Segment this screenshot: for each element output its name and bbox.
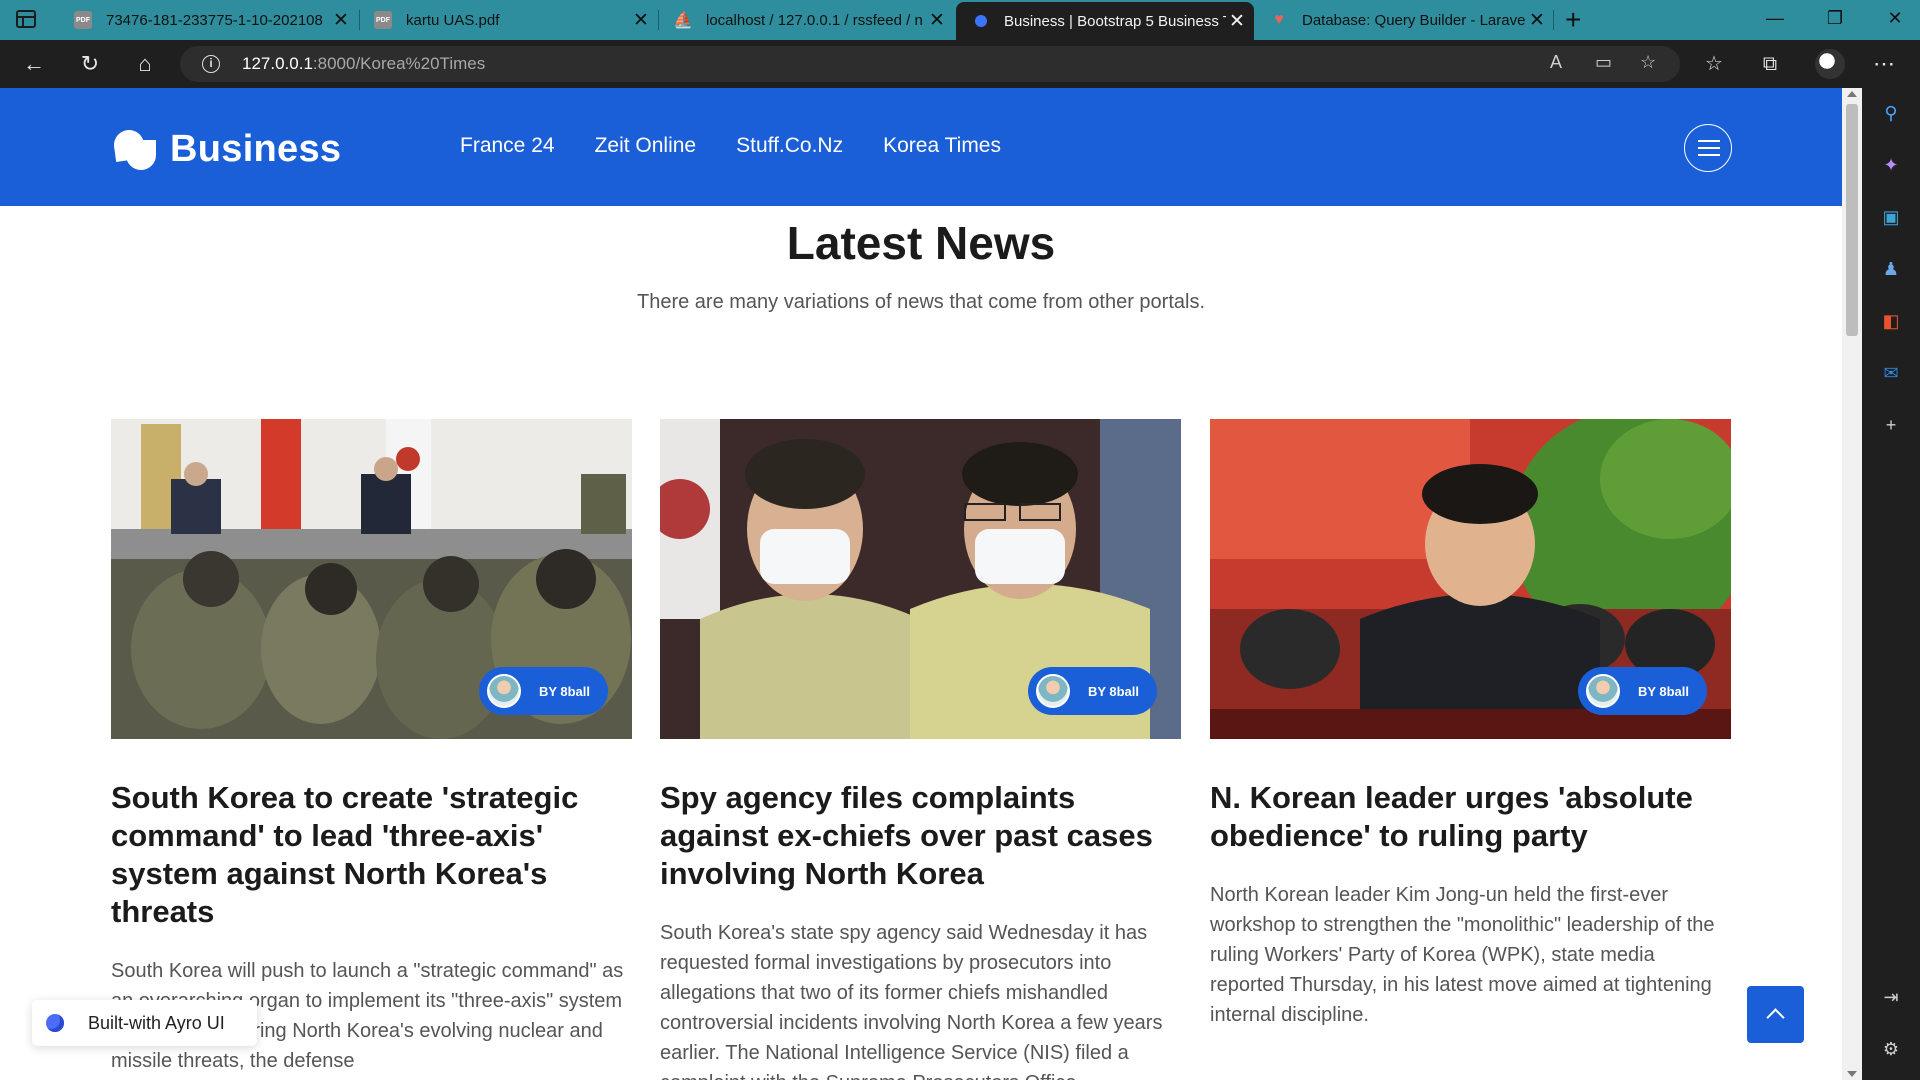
url-text[interactable]: 127.0.0.1:8000/Korea%20Times	[242, 54, 485, 74]
favorites-icon[interactable]: ☆	[1698, 48, 1730, 80]
outlook-icon[interactable]: ✉	[1880, 362, 1902, 384]
profile-avatar[interactable]	[1815, 49, 1845, 79]
pdf-icon: PDF	[74, 11, 92, 29]
author-name: BY 8ball	[1637, 683, 1689, 699]
nav-link-zeit-online[interactable]: Zeit Online	[595, 134, 697, 158]
edge-sidebar: ⚲ ✦ ▣ ♟ ◧ ✉ + ⇥ ⚙	[1862, 88, 1920, 1080]
browser-tab[interactable]: ⛵ localhost / 127.0.0.1 / rssfeed / n ✕	[660, 0, 954, 40]
nav-link-korea-times[interactable]: Korea Times	[883, 134, 1001, 158]
browser-tab[interactable]: ♥ Database: Query Builder - Larave ✕	[1256, 0, 1554, 40]
author-badge[interactable]: BY 8ball	[1027, 667, 1157, 715]
site-info-icon[interactable]: i	[202, 55, 220, 73]
copilot-icon[interactable]: ✦	[1880, 154, 1902, 176]
scroll-up-arrow-icon[interactable]	[1847, 91, 1857, 97]
article-title[interactable]: Spy agency files complaints against ex-c…	[660, 779, 1181, 893]
news-image-leader-podium[interactable]: BY 8ball	[1210, 419, 1731, 739]
browser-tab-active[interactable]: Business | Bootstrap 5 Business T ✕	[956, 2, 1254, 40]
author-avatar	[1585, 674, 1620, 708]
restore-icon[interactable]: ❐	[1820, 8, 1850, 29]
close-tab-icon[interactable]: ✕	[1526, 9, 1548, 32]
author-name: BY 8ball	[1087, 683, 1139, 699]
news-card: BY 8ball Spy agency files complaints aga…	[660, 419, 1181, 1080]
tab-actions-menu-icon[interactable]	[16, 10, 36, 28]
page-viewport: Business France 24 Zeit Online Stuff.Co.…	[0, 88, 1842, 1080]
article-excerpt: North Korean leader Kim Jong-un held the…	[1210, 884, 1715, 1026]
close-window-icon[interactable]: ✕	[1880, 8, 1910, 29]
news-image-officials-masks[interactable]: BY 8ball	[660, 419, 1181, 739]
close-tab-icon[interactable]: ✕	[1226, 10, 1248, 33]
main-nav: France 24 Zeit Online Stuff.Co.Nz Korea …	[460, 134, 1001, 158]
brand-logo[interactable]: Business	[114, 128, 341, 171]
logo-mark-icon	[114, 130, 156, 170]
nav-link-stuff[interactable]: Stuff.Co.Nz	[736, 134, 843, 158]
address-bar[interactable]: i 127.0.0.1:8000/Korea%20Times A ▭ ☆	[180, 46, 1680, 82]
author-name: BY 8ball	[538, 683, 590, 699]
hamburger-menu-icon[interactable]	[1684, 124, 1732, 172]
author-badge[interactable]: BY 8ball	[478, 667, 608, 715]
search-icon[interactable]: ⚲	[1880, 102, 1902, 124]
author-avatar	[1035, 674, 1070, 708]
browser-tab[interactable]: PDF 73476-181-233775-1-10-202108 ✕	[60, 0, 358, 40]
immersive-reader-icon[interactable]: ▭	[1595, 52, 1612, 73]
site-header: Business France 24 Zeit Online Stuff.Co.…	[0, 88, 1842, 206]
back-icon[interactable]: ←	[18, 48, 50, 80]
new-tab-icon[interactable]: +	[1565, 4, 1581, 36]
add-sidebar-app-icon[interactable]: +	[1880, 414, 1902, 436]
scroll-thumb[interactable]	[1846, 104, 1858, 336]
section-title: Latest News	[786, 217, 1056, 269]
article-title[interactable]: N. Korean leader urges 'absolute obedien…	[1210, 779, 1731, 855]
scroll-down-arrow-icon[interactable]	[1847, 1071, 1857, 1077]
news-card: BY 8ball N. Korean leader urges 'absolut…	[1210, 419, 1731, 1030]
tab-title: 73476-181-233775-1-10-202108	[106, 11, 323, 29]
tab-title: kartu UAS.pdf	[406, 11, 500, 29]
pdf-icon: PDF	[374, 11, 392, 29]
browser-tab[interactable]: PDF kartu UAS.pdf ✕	[360, 0, 658, 40]
laravel-icon: ♥	[1274, 11, 1284, 28]
page-scrollbar[interactable]	[1842, 88, 1862, 1080]
more-options-icon[interactable]: ⋯	[1868, 48, 1900, 80]
home-icon[interactable]: ⌂	[129, 48, 161, 80]
add-favorite-icon[interactable]: ☆	[1640, 52, 1656, 73]
article-title[interactable]: South Korea to create 'strategic command…	[111, 779, 632, 931]
tab-title: Business | Bootstrap 5 Business T	[1004, 12, 1226, 30]
minimize-icon[interactable]: —	[1760, 8, 1790, 29]
browser-toolbar: ← ↻ ⌂ i 127.0.0.1:8000/Korea%20Times A ▭…	[0, 40, 1920, 88]
collections-icon[interactable]: ⧉	[1754, 48, 1786, 80]
author-avatar	[486, 674, 521, 708]
sidebar-settings-icon[interactable]: ⚙	[1880, 1038, 1902, 1060]
article-excerpt: South Korea's state spy agency said Wedn…	[660, 922, 1163, 1080]
tab-title: Database: Query Builder - Larave	[1302, 11, 1526, 29]
close-tab-icon[interactable]: ✕	[630, 9, 652, 32]
author-badge[interactable]: BY 8ball	[1577, 667, 1707, 715]
hide-sidebar-icon[interactable]: ⇥	[1880, 986, 1902, 1008]
scroll-to-top-button[interactable]	[1747, 986, 1804, 1043]
built-with-label: Built-with Ayro UI	[88, 1012, 225, 1033]
refresh-icon[interactable]: ↻	[74, 48, 106, 80]
close-tab-icon[interactable]: ✕	[330, 9, 352, 32]
ayro-logo-icon	[46, 1014, 64, 1032]
brand-name: Business	[170, 128, 342, 170]
nav-link-france24[interactable]: France 24	[460, 134, 555, 158]
close-tab-icon[interactable]: ✕	[926, 9, 948, 32]
section-subtitle: There are many variations of news that c…	[636, 291, 1206, 313]
news-card: BY 8ball South Korea to create 'strategi…	[111, 419, 632, 1076]
read-aloud-icon[interactable]: A	[1550, 52, 1562, 73]
tab-title: localhost / 127.0.0.1 / rssfeed / n	[706, 11, 923, 29]
phpmyadmin-icon: ⛵	[673, 12, 693, 29]
tools-icon[interactable]: ♟	[1880, 258, 1902, 280]
office-icon[interactable]: ◧	[1880, 310, 1902, 332]
built-with-badge[interactable]: Built-with Ayro UI	[32, 1000, 257, 1046]
tab-bar: PDF 73476-181-233775-1-10-202108 ✕ PDF k…	[0, 0, 1920, 40]
news-image-military-meeting[interactable]: BY 8ball	[111, 419, 632, 739]
shopping-icon[interactable]: ▣	[1880, 206, 1902, 228]
bootstrap-icon	[972, 12, 990, 30]
